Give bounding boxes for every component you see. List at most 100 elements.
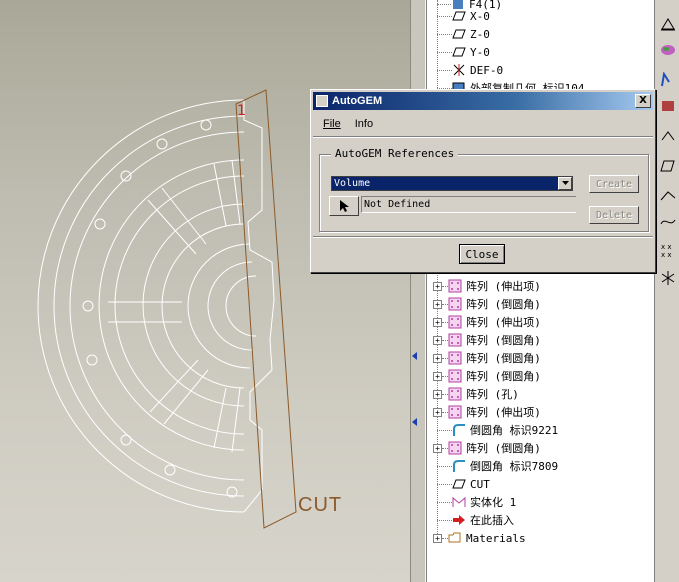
pattern-icon: [448, 333, 462, 347]
datum-plane-icon: [452, 9, 466, 23]
tree-row-label: 阵列 (伸出项): [466, 316, 541, 329]
datum-plane-icon: [452, 477, 466, 491]
round-icon: [452, 423, 466, 437]
sketch-tool-icon[interactable]: [658, 40, 678, 60]
tree-row-label: 阵列 (伸出项): [466, 406, 541, 419]
tree-row[interactable]: CUT: [427, 475, 655, 493]
expand-icon[interactable]: +: [433, 443, 442, 453]
expand-icon[interactable]: +: [433, 371, 442, 381]
close-button[interactable]: Close: [459, 244, 505, 264]
tree-row-label: 阵列 (倒圆角): [466, 370, 541, 383]
tree-row[interactable]: + Materials: [427, 529, 655, 547]
expand-icon[interactable]: +: [433, 407, 442, 417]
expand-icon[interactable]: +: [433, 281, 442, 291]
tree-row[interactable]: X-0: [427, 7, 655, 25]
tree-row[interactable]: DEF-0: [427, 61, 655, 79]
app-icon: [316, 95, 328, 107]
curve-tool-icon[interactable]: [658, 70, 678, 90]
tree-row-label: 阵列 (倒圆角): [466, 442, 541, 455]
divider: [313, 136, 653, 138]
tree-row-label: 阵列 (倒圆角): [466, 334, 541, 347]
menu-file[interactable]: File: [323, 118, 341, 130]
close-icon: X: [639, 95, 647, 106]
tree-row[interactable]: 倒圆角 标识7809: [427, 457, 655, 475]
pane-splitter[interactable]: [410, 0, 426, 582]
tree-row-label: 倒圆角 标识9221: [470, 424, 559, 437]
delete-button[interactable]: Delete: [589, 206, 639, 224]
tree-row[interactable]: + 阵列 (伸出项): [427, 403, 655, 421]
csys-icon: [452, 63, 466, 77]
cut-plane-tag: CUT: [298, 494, 343, 516]
tree-row[interactable]: + 阵列 (倒圆角): [427, 295, 655, 313]
tree-row-label: Materials: [466, 531, 526, 545]
pattern-icon: [448, 315, 462, 329]
tree-row-label: 阵列 (孔): [466, 388, 519, 401]
expand-icon[interactable]: +: [433, 533, 442, 543]
tree-row-label: 阵列 (倒圆角): [466, 298, 541, 311]
tree-row-label: DEF-0: [470, 63, 504, 77]
part-model: [37, 89, 297, 529]
tree-row[interactable]: + 阵列 (伸出项): [427, 277, 655, 295]
datum-plane-tag: 1: [237, 103, 246, 119]
datum-plane-icon[interactable]: [658, 156, 678, 176]
datum-plane-icon: [452, 27, 466, 41]
tree-row-label: 阵列 (倒圆角): [466, 352, 541, 365]
dialog-titlebar[interactable]: AutoGEM X: [313, 92, 653, 110]
datum-plane-icon: [452, 45, 466, 59]
pattern-icon: [448, 387, 462, 401]
pattern-icon: [448, 405, 462, 419]
tree-row[interactable]: + 阵列 (伸出项): [427, 313, 655, 331]
tree-row-label: 倒圆角 标识7809: [470, 460, 559, 473]
tree-row[interactable]: + 阵列 (倒圆角): [427, 349, 655, 367]
expand-icon[interactable]: +: [433, 317, 442, 327]
datum-point-tool-icon[interactable]: [658, 186, 678, 206]
tree-row[interactable]: + 阵列 (倒圆角): [427, 367, 655, 385]
reference-field: Not Defined: [361, 196, 576, 213]
tree-row[interactable]: Z-0: [427, 25, 655, 43]
round-icon: [452, 459, 466, 473]
solidify-icon: [452, 495, 466, 509]
tree-row[interactable]: 在此插入: [427, 511, 655, 529]
collapse-arrow-icon[interactable]: [412, 418, 417, 426]
tree-row[interactable]: + 阵列 (倒圆角): [427, 331, 655, 349]
collapse-arrow-icon[interactable]: [412, 352, 417, 360]
datum-axis-tool-icon[interactable]: [658, 126, 678, 146]
create-button[interactable]: Create: [589, 175, 639, 193]
graphics-viewport[interactable]: 1 CUT: [0, 0, 410, 582]
tree-row[interactable]: + 阵列 (孔): [427, 385, 655, 403]
tree-row-label: 在此插入: [470, 514, 514, 527]
tree-row-label: 实体化 1: [470, 496, 517, 509]
tree-row-label: X-0: [470, 9, 490, 23]
chevron-down-icon[interactable]: [558, 177, 572, 190]
model-tree[interactable]: F4(1) X-0Z-0Y-0DEF-0外部复制几何 标识104+阵列 (伸出项…: [426, 0, 655, 582]
pattern-icon: [448, 369, 462, 383]
dialog-title: AutoGEM: [332, 95, 383, 107]
select-reference-button[interactable]: [329, 196, 359, 216]
close-window-button[interactable]: X: [635, 94, 651, 108]
measure-tool-icon[interactable]: [658, 96, 678, 116]
reference-type-value: Volume: [334, 178, 371, 189]
menu-info[interactable]: Info: [355, 118, 373, 130]
svg-text:x x: x x: [661, 243, 672, 251]
tree-row[interactable]: + 阵列 (倒圆角): [427, 439, 655, 457]
expand-icon[interactable]: +: [433, 353, 442, 363]
expand-icon[interactable]: +: [433, 389, 442, 399]
datum-plane-tool-icon[interactable]: [658, 14, 678, 34]
point-array-tool-icon[interactable]: x xx x: [658, 240, 678, 260]
tree-row-label: Y-0: [470, 45, 490, 59]
tree-row-label: Z-0: [470, 27, 490, 41]
group-label: AutoGEM References: [331, 147, 459, 160]
tree-row[interactable]: 实体化 1: [427, 493, 655, 511]
tree-row[interactable]: 倒圆角 标识9221: [427, 421, 655, 439]
pattern-icon: [448, 297, 462, 311]
expand-icon[interactable]: +: [433, 299, 442, 309]
pattern-icon: [448, 351, 462, 365]
autogem-dialog: AutoGEM X File Info AutoGEM References V…: [310, 89, 656, 273]
spline-tool-icon[interactable]: [658, 212, 678, 232]
materials-icon: [448, 531, 462, 545]
tree-row[interactable]: Y-0: [427, 43, 655, 61]
tree-row-label: CUT: [470, 477, 490, 491]
csys-tool-icon[interactable]: [658, 268, 678, 288]
expand-icon[interactable]: +: [433, 335, 442, 345]
reference-type-select[interactable]: Volume: [331, 176, 573, 191]
